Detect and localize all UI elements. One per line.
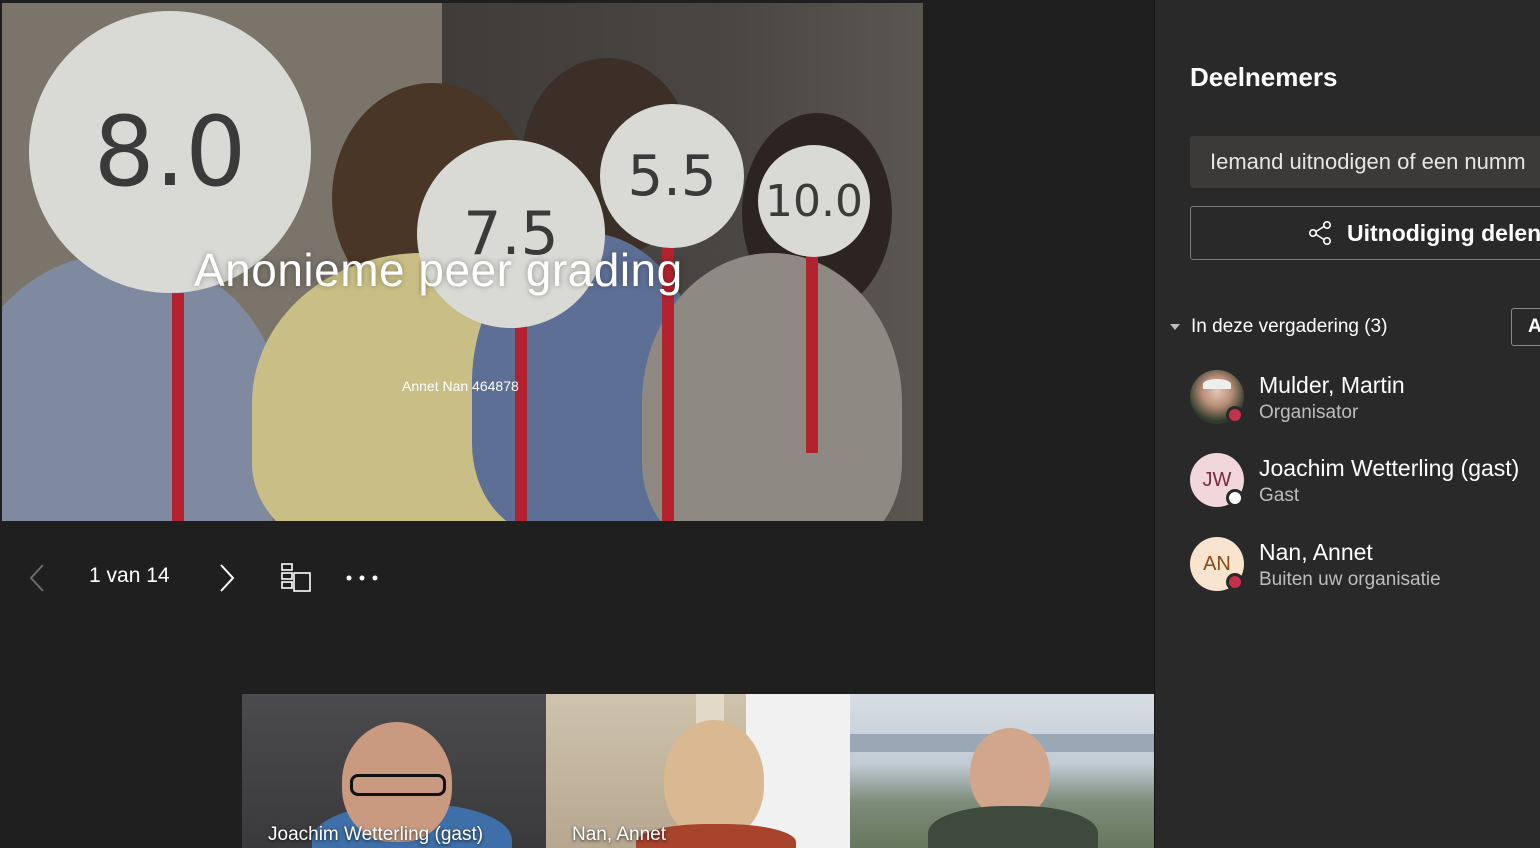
- video-person-face: [664, 720, 764, 840]
- participant-name: Joachim Wetterling (gast): [1259, 455, 1520, 481]
- participant-item[interactable]: AN Nan, Annet Buiten uw organisatie: [1190, 537, 1540, 597]
- video-participant-name: Nan, Annet: [572, 824, 667, 845]
- chevron-left-icon: [29, 564, 44, 592]
- section-label: In deze vergadering (3): [1191, 316, 1388, 337]
- score-paddle-stick: [806, 253, 818, 453]
- in-meeting-section-toggle[interactable]: In deze vergadering (3): [1169, 316, 1387, 338]
- panel-title: Deelnemers: [1190, 62, 1338, 92]
- video-tile[interactable]: Nan, Annet: [546, 694, 850, 848]
- participant-role: Gast: [1259, 485, 1300, 506]
- slide-content: 8.0 7.5 5.5 10.0 Anonieme peer grading A…: [2, 3, 923, 521]
- video-tile[interactable]: [850, 694, 1154, 848]
- more-options-icon: [346, 575, 378, 581]
- participant-item[interactable]: JW Joachim Wetterling (gast) Gast: [1190, 453, 1540, 513]
- avatar-hair: [1203, 379, 1231, 389]
- participant-name: Nan, Annet: [1259, 539, 1373, 565]
- participants-panel: Deelnemers Uitnodiging delen In deze ver…: [1154, 0, 1540, 848]
- glasses-icon: [350, 774, 446, 796]
- share-icon: [1308, 220, 1331, 245]
- participant-item[interactable]: Mulder, Martin Organisator: [1190, 370, 1540, 430]
- participant-role: Buiten uw organisatie: [1259, 569, 1441, 590]
- caret-down-icon: [1170, 324, 1180, 330]
- next-slide-button[interactable]: [212, 560, 242, 596]
- status-busy-icon: [1226, 406, 1244, 424]
- score-paddle-stick: [515, 313, 527, 521]
- chevron-right-icon: [220, 564, 235, 592]
- video-person-face: [970, 728, 1050, 818]
- participant-role: Organisator: [1259, 402, 1359, 423]
- video-person: [928, 806, 1098, 848]
- slide-page-indicator: 1 van 14: [89, 564, 170, 587]
- slide-thumbnails-button[interactable]: [278, 560, 314, 596]
- score-paddle: 10.0: [758, 145, 870, 257]
- status-busy-icon: [1226, 573, 1244, 591]
- score-paddle-stick: [172, 293, 184, 521]
- more-options-button[interactable]: [342, 560, 382, 596]
- invite-input[interactable]: [1190, 136, 1540, 188]
- participant-name: Mulder, Martin: [1259, 372, 1405, 398]
- presentation-stage: 8.0 7.5 5.5 10.0 Anonieme peer grading A…: [0, 0, 1154, 848]
- share-invite-label: Uitnodiging delen: [1347, 219, 1540, 246]
- video-participant-name: Joachim Wetterling (gast): [268, 824, 484, 845]
- admit-all-button[interactable]: A: [1511, 308, 1540, 346]
- slide-title: Anonieme peer grading: [194, 244, 683, 296]
- video-tile[interactable]: Joachim Wetterling (gast): [242, 694, 546, 848]
- share-invite-button[interactable]: Uitnodiging delen: [1190, 206, 1540, 260]
- previous-slide-button[interactable]: [22, 560, 52, 596]
- slide-subtitle: Annet Nan 464878: [402, 378, 519, 394]
- slide-thumbnails-icon: [281, 563, 311, 592]
- status-unknown-icon: [1226, 489, 1244, 507]
- score-paddle: 7.5: [417, 140, 605, 328]
- score-paddle: 5.5: [600, 104, 744, 248]
